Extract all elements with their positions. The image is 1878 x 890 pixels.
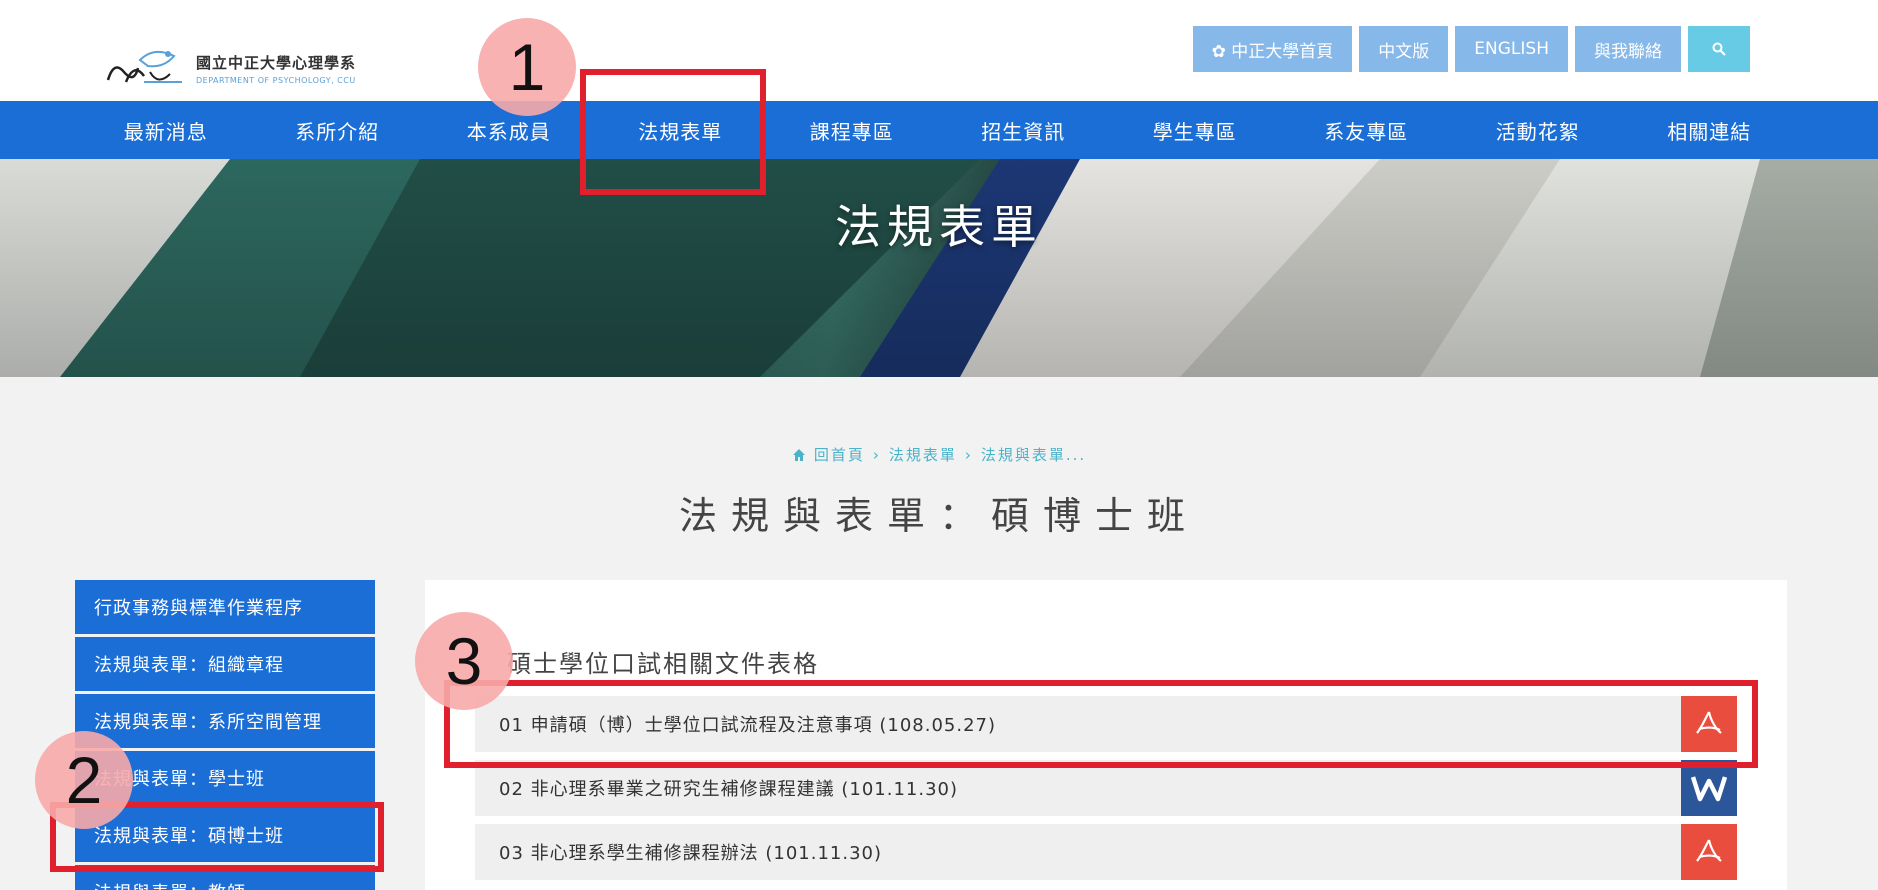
sidebar-item-admin-sop[interactable]: 行政事務與標準作業程序 — [75, 580, 375, 634]
nav-item-courses[interactable]: 課程專區 — [766, 101, 938, 159]
search-icon — [1712, 42, 1726, 56]
nav-item-links[interactable]: 相關連結 — [1624, 101, 1796, 159]
top-header: 國立中正大學心理學系 DEPARTMENT OF PSYCHOLOGY, CCU… — [0, 0, 1878, 101]
file-row[interactable]: 02 非心理系畢業之研究生補修課程建議 (101.11.30) — [475, 760, 1737, 816]
sidebar-item-organization[interactable]: 法規與表單：組織章程 — [75, 637, 375, 691]
nav-item-news[interactable]: 最新消息 — [80, 101, 252, 159]
logo-chinese-name: 國立中正大學心理學系 — [196, 53, 357, 72]
highlight-box-file — [444, 680, 1758, 768]
chinese-version-link[interactable]: 中文版 — [1359, 26, 1449, 72]
nav-item-students[interactable]: 學生專區 — [1109, 101, 1281, 159]
search-button[interactable] — [1688, 26, 1750, 72]
section-title: 碩士學位口試相關文件表格 — [507, 650, 819, 678]
banner-title: 法規表單 — [835, 200, 1043, 254]
chevron-right-icon: › — [964, 445, 973, 464]
word-file-icon[interactable] — [1681, 760, 1737, 816]
file-row[interactable]: 03 非心理系學生補修課程辦法 (101.11.30) — [475, 824, 1737, 880]
breadcrumb-home[interactable]: 回首頁 — [814, 444, 865, 465]
breadcrumb-current: 法規與表單... — [980, 446, 1087, 464]
english-version-link[interactable]: ENGLISH — [1455, 26, 1568, 72]
contact-us-link[interactable]: 與我聯絡 — [1575, 26, 1681, 72]
logo-emblem-icon — [104, 42, 186, 94]
nav-item-activities[interactable]: 活動花絮 — [1452, 101, 1624, 159]
university-home-link[interactable]: ✿ 中正大學首頁 — [1192, 26, 1353, 72]
step-marker-3: 3 — [415, 612, 513, 710]
sidebar-item-space-management[interactable]: 法規與表單：系所空間管理 — [75, 694, 375, 748]
breadcrumb-regulations[interactable]: 法規表單 — [889, 444, 957, 465]
highlight-box-nav — [580, 69, 766, 195]
top-links: ✿ 中正大學首頁 中文版 ENGLISH 與我聯絡 — [1192, 26, 1750, 72]
breadcrumb: 回首頁 › 法規表單 › 法規與表單... — [0, 444, 1878, 465]
home-icon — [792, 448, 805, 461]
page-title: 法規與表單：碩博士班 — [678, 494, 1199, 538]
nav-item-about[interactable]: 系所介紹 — [252, 101, 424, 159]
logo-english-name: DEPARTMENT OF PSYCHOLOGY, CCU — [196, 75, 356, 85]
department-logo[interactable]: 國立中正大學心理學系 DEPARTMENT OF PSYCHOLOGY, CCU — [104, 42, 356, 94]
nav-item-admissions[interactable]: 招生資訊 — [938, 101, 1110, 159]
step-marker-2: 2 — [35, 731, 133, 829]
file-label[interactable]: 02 非心理系畢業之研究生補修課程建議 (101.11.30) — [475, 775, 958, 801]
logo-text: 國立中正大學心理學系 DEPARTMENT OF PSYCHOLOGY, CCU — [196, 52, 356, 85]
nav-item-alumni[interactable]: 系友專區 — [1281, 101, 1453, 159]
step-marker-1: 1 — [478, 18, 576, 116]
pdf-file-icon[interactable] — [1681, 824, 1737, 880]
main-nav: 最新消息 系所介紹 本系成員 法規表單 課程專區 招生資訊 學生專區 系友專區 … — [0, 101, 1878, 159]
chevron-right-icon: › — [872, 445, 881, 464]
page-banner: 法規表單 — [0, 159, 1878, 377]
file-label[interactable]: 03 非心理系學生補修課程辦法 (101.11.30) — [475, 839, 882, 865]
